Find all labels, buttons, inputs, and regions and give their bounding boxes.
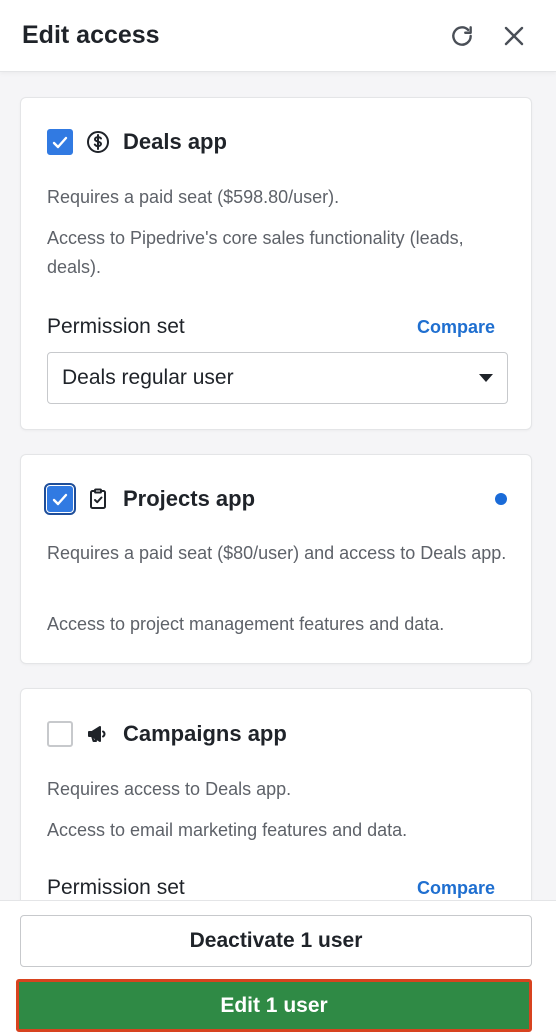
deals-compare-link[interactable]: Compare [417, 317, 495, 338]
projects-seat-note: Requires a paid seat ($80/user) and acce… [47, 543, 507, 563]
deals-permission-select[interactable]: Deals regular user [47, 352, 508, 404]
deals-app-checkbox[interactable] [47, 129, 73, 155]
projects-description: Access to project management features an… [47, 614, 445, 634]
apps-scroll-area[interactable]: Deals app Requires a paid seat ($598.80/… [0, 72, 556, 900]
projects-app-checkbox[interactable] [44, 483, 76, 515]
campaigns-app-header: Campaigns app [47, 714, 507, 754]
edit-user-button-highlight: Edit 1 user [16, 979, 532, 1032]
deals-permission-value: Deals regular user [62, 366, 234, 389]
dollar-circle-icon [85, 129, 111, 155]
clipboard-check-icon [85, 486, 111, 512]
deals-app-card: Deals app Requires a paid seat ($598.80/… [20, 97, 532, 430]
deals-permission-row: Permission set Compare [47, 312, 495, 342]
projects-app-card: Projects app Requires a paid seat ($80/u… [20, 454, 532, 664]
campaigns-permission-label: Permission set [47, 876, 185, 899]
projects-app-header: Projects app [44, 479, 507, 519]
refresh-button[interactable] [442, 16, 482, 56]
edit-user-button[interactable]: Edit 1 user [19, 982, 529, 1029]
campaigns-permission-row: Permission set Compare [47, 873, 495, 900]
deals-app-title: Deals app [123, 129, 227, 154]
close-icon [502, 24, 526, 48]
deals-app-header: Deals app [47, 122, 507, 162]
panel-header: Edit access [0, 0, 556, 72]
refresh-icon [449, 23, 475, 49]
projects-app-title: Projects app [123, 486, 256, 511]
deactivate-user-button[interactable]: Deactivate 1 user [20, 915, 532, 967]
deals-description: Access to Pipedrive's core sales functio… [47, 228, 464, 277]
close-button[interactable] [494, 16, 534, 56]
campaigns-seat-note: Requires access to Deals app. [47, 779, 292, 799]
caret-down-icon [479, 374, 493, 382]
campaigns-description: Access to email marketing features and d… [47, 820, 408, 840]
changed-indicator-dot [495, 493, 507, 505]
deals-seat-note: Requires a paid seat ($598.80/user). [47, 187, 340, 207]
campaigns-app-title: Campaigns app [123, 721, 287, 746]
megaphone-icon [85, 721, 111, 747]
deals-permission-label: Permission set [47, 315, 185, 338]
panel-title: Edit access [22, 21, 160, 49]
campaigns-app-card: Campaigns app Requires access to Deals a… [20, 688, 532, 900]
panel-footer: Deactivate 1 user Edit 1 user [0, 900, 556, 1034]
campaigns-app-checkbox[interactable] [47, 721, 73, 747]
campaigns-compare-link[interactable]: Compare [417, 878, 495, 899]
